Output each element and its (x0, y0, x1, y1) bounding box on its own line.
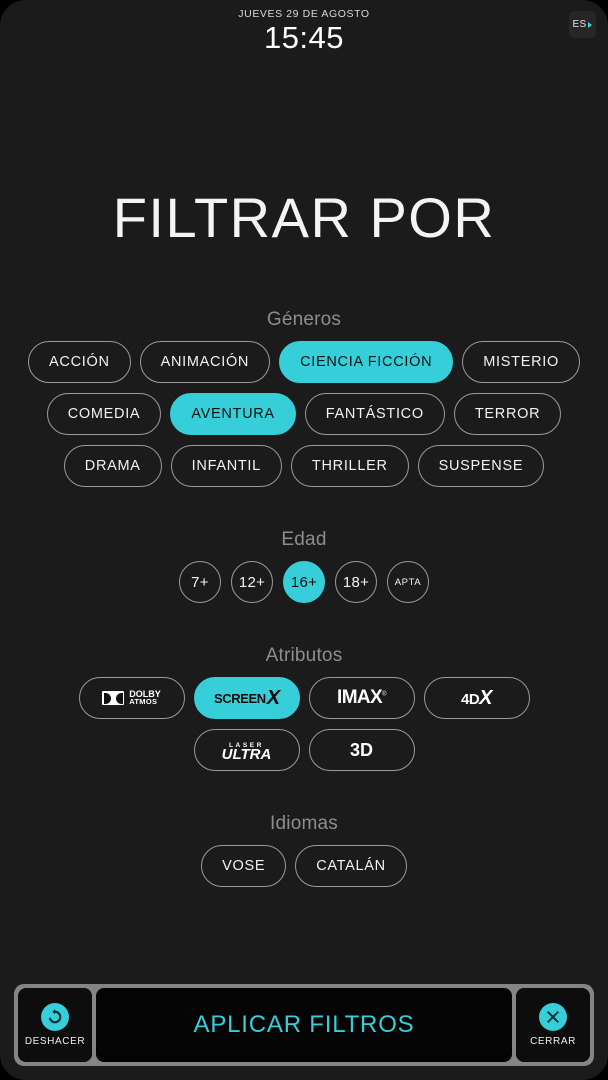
age-row: 7+ 12+ 16+ 18+ APTA (16, 561, 592, 603)
fourdx-logo: 4DX (460, 686, 493, 710)
screenx-logo: SCREEN X (213, 686, 280, 710)
genre-chip-animacion[interactable]: ANIMACIÓN (139, 341, 271, 383)
language-chip-catalan[interactable]: CATALÁN (295, 845, 407, 887)
undo-label: DESHACER (24, 1036, 86, 1047)
imax-word: IMAX (337, 687, 383, 708)
attribute-chip-imax[interactable]: IMAX® (308, 677, 415, 719)
attribute-chip-dolby-atmos[interactable]: DOLBY ATMOS (78, 677, 185, 719)
age-option-16[interactable]: 16+ (283, 561, 325, 603)
screenx-x: X (266, 686, 280, 709)
close-button[interactable]: CERRAR (516, 988, 590, 1062)
genre-chip-suspense[interactable]: SUSPENSE (417, 445, 545, 487)
genre-chip-aventura[interactable]: AVENTURA (170, 393, 296, 435)
genre-chip-ciencia-ficcion[interactable]: CIENCIA FICCIÓN (279, 341, 454, 383)
language-row: VOSE CATALÁN (16, 845, 592, 887)
filter-screen: JUEVES 29 DE AGOSTO 15:45 ES FILTRAR POR… (0, 0, 608, 1080)
section-atributos: Atributos DOLBY ATMOS SCREEN X IMAX® 4DX… (16, 645, 592, 771)
attribute-chip-screenx[interactable]: SCREEN X (193, 677, 300, 719)
attribute-chip-laser-ultra[interactable]: LASER ULTRA (193, 729, 300, 771)
language-chip-vose[interactable]: VOSE (201, 845, 287, 887)
close-icon (539, 1003, 567, 1031)
attribute-row-2: LASER ULTRA 3D (16, 729, 592, 771)
undo-icon (41, 1003, 69, 1031)
ultra-word: ULTRA (221, 746, 272, 763)
attribute-chip-4dx[interactable]: 4DX (423, 677, 530, 719)
section-title-atributos: Atributos (265, 645, 343, 666)
genre-chip-accion[interactable]: ACCIÓN (28, 341, 131, 383)
imax-registered-mark: ® (382, 691, 386, 698)
undo-button[interactable]: DESHACER (18, 988, 92, 1062)
age-option-12[interactable]: 12+ (231, 561, 273, 603)
status-bar: JUEVES 29 DE AGOSTO 15:45 ES (0, 0, 608, 70)
genre-chip-infantil[interactable]: INFANTIL (170, 445, 282, 487)
screenx-word: SCREEN (213, 690, 266, 706)
genre-chip-misterio[interactable]: MISTERIO (462, 341, 580, 383)
page-title: FILTRAR POR (112, 186, 496, 249)
section-title-generos: Géneros (266, 309, 342, 330)
age-option-7[interactable]: 7+ (179, 561, 221, 603)
genre-chip-terror[interactable]: TERROR (453, 393, 562, 435)
age-option-apta[interactable]: APTA (387, 561, 429, 603)
fourdx-x: X (479, 686, 493, 709)
fourdx-word: 4D (460, 690, 480, 708)
section-generos: Géneros ACCIÓN ANIMACIÓN CIENCIA FICCIÓN… (16, 309, 592, 487)
close-label: CERRAR (530, 1036, 576, 1047)
imax-logo: IMAX® (337, 687, 387, 709)
dolby-double-d-icon (102, 691, 125, 705)
clock: JUEVES 29 DE AGOSTO 15:45 (0, 8, 608, 55)
chevron-right-icon (588, 21, 593, 28)
genre-row-2: COMEDIA AVENTURA FANTÁSTICO TERROR (16, 393, 592, 435)
language-label: ES (572, 19, 587, 30)
genre-row-1: ACCIÓN ANIMACIÓN CIENCIA FICCIÓN MISTERI… (16, 341, 592, 383)
age-option-18[interactable]: 18+ (335, 561, 377, 603)
current-time: 15:45 (263, 20, 345, 55)
threed-logo: 3D (349, 739, 373, 760)
atmos-word: ATMOS (129, 697, 158, 706)
genre-chip-drama[interactable]: DRAMA (63, 445, 162, 487)
section-idiomas: Idiomas VOSE CATALÁN (16, 813, 592, 887)
genre-chip-thriller[interactable]: THRILLER (290, 445, 409, 487)
section-title-idiomas: Idiomas (270, 813, 338, 834)
apply-filters-button[interactable]: APLICAR FILTROS (96, 988, 512, 1062)
filters-content: Géneros ACCIÓN ANIMACIÓN CIENCIA FICCIÓN… (0, 248, 608, 984)
genre-chip-comedia[interactable]: COMEDIA (46, 393, 162, 435)
genre-chip-fantastico[interactable]: FANTÁSTICO (304, 393, 445, 435)
current-date: JUEVES 29 DE AGOSTO (238, 8, 370, 20)
section-edad: Edad 7+ 12+ 16+ 18+ APTA (16, 529, 592, 603)
language-selector-button[interactable]: ES (569, 11, 596, 38)
section-title-edad: Edad (281, 529, 327, 550)
attribute-row-1: DOLBY ATMOS SCREEN X IMAX® 4DX (16, 677, 592, 719)
dolby-atmos-logo: DOLBY ATMOS (102, 690, 161, 706)
bottom-action-bar: DESHACER APLICAR FILTROS CERRAR (14, 984, 594, 1066)
genre-row-3: DRAMA INFANTIL THRILLER SUSPENSE (16, 445, 592, 487)
attribute-chip-3d[interactable]: 3D (308, 729, 415, 771)
laser-ultra-logo: LASER ULTRA (221, 741, 272, 763)
